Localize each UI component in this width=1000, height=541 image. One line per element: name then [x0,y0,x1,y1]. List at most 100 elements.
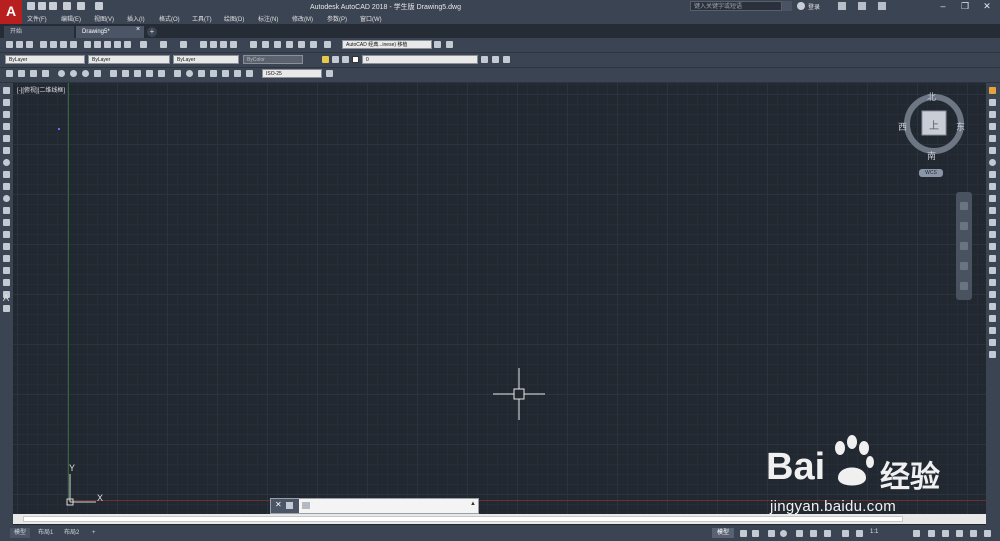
zoom-extents-icon[interactable] [960,242,968,250]
block-editor-icon[interactable] [124,41,131,48]
menu-view[interactable]: 视图(V) [94,14,114,23]
login-link[interactable]: 登录 [808,2,820,11]
rotate-icon[interactable] [989,159,996,166]
dim-linear-icon[interactable] [6,70,13,77]
recent-commands-icon[interactable] [302,502,310,509]
a360-icon[interactable] [858,2,866,10]
move-icon[interactable] [989,147,996,154]
layer-lock-icon[interactable] [342,56,349,63]
grid-icon[interactable] [740,530,747,537]
workspace-toolbar-icon[interactable] [446,41,453,48]
match-properties-icon[interactable] [114,41,121,48]
circle-icon[interactable] [3,159,10,166]
viewcube[interactable]: 北 南 东 西 上 [898,90,970,162]
sheet-set-icon[interactable] [286,41,293,48]
linetype-dropdown[interactable]: ByLayer [88,55,170,64]
publish-icon[interactable] [60,41,67,48]
break-icon[interactable] [989,231,996,238]
layout-tab-1[interactable]: 布局1 [34,528,57,538]
arc-icon[interactable] [3,147,10,154]
dim-radius-icon[interactable] [58,70,65,77]
restore-button[interactable]: ❐ [954,0,976,12]
quickcalc-icon[interactable] [310,41,317,48]
bring-above-icon[interactable] [989,339,996,346]
construction-line-icon[interactable] [3,99,10,106]
dimstyle-dropdown[interactable]: ISO-25 [262,69,322,78]
workspace-dropdown[interactable]: AutoCAD 经典...inese) 移植 [342,40,432,49]
ellipse-arc-icon[interactable] [3,207,10,214]
layer-properties-icon[interactable] [481,56,488,63]
break-at-point-icon[interactable] [989,219,996,226]
layer-dropdown[interactable]: 0 [362,55,478,64]
object-snap-icon[interactable] [824,530,831,537]
redo-toolbar-icon[interactable] [160,41,167,48]
model-space-button[interactable]: 模型 [712,528,734,538]
dim-ordinate-icon[interactable] [42,70,49,77]
draw-order-icon[interactable] [989,303,996,310]
insert-block-icon[interactable] [3,219,10,226]
erase-icon[interactable] [989,87,996,94]
mirror-icon[interactable] [989,111,996,118]
quick-dim-icon[interactable] [110,70,117,77]
lineweight-dropdown[interactable]: ByLayer [173,55,239,64]
pan-icon[interactable] [180,41,187,48]
zoom-previous-icon[interactable] [230,41,237,48]
application-menu-button[interactable]: A [0,0,22,24]
hatch-icon[interactable] [3,255,10,262]
color-dropdown[interactable]: ByLayer [5,55,85,64]
dimension-style-icon[interactable] [326,70,333,77]
tool-palettes-icon[interactable] [274,41,281,48]
customization-menu-icon[interactable] [984,530,991,537]
annotation-monitor-icon[interactable] [928,530,935,537]
layer-freeze-sun-icon[interactable] [332,56,339,63]
viewcube-east[interactable]: 东 [956,120,965,133]
line-icon[interactable] [3,87,10,94]
menu-edit[interactable]: 编辑(E) [61,14,81,23]
bring-to-front-icon[interactable] [989,315,996,322]
scale-icon[interactable] [989,171,996,178]
ortho-icon[interactable] [768,530,775,537]
polar-icon[interactable] [780,530,787,537]
ucs-icon[interactable]: Y X [56,462,110,508]
3d-print-icon[interactable] [70,41,77,48]
steering-wheel-icon[interactable] [960,202,968,210]
viewcube-top-face[interactable]: 上 [929,117,939,132]
auto-scale-icon[interactable] [856,530,863,537]
markup-icon[interactable] [298,41,305,48]
dim-jogged-icon[interactable] [70,70,77,77]
fillet-icon[interactable] [989,267,996,274]
copy-object-icon[interactable] [989,99,996,106]
layout-tab-model[interactable]: 模型 [10,528,31,538]
dim-aligned-icon[interactable] [18,70,25,77]
save-icon[interactable] [49,2,57,10]
viewport-controls-label[interactable]: [-][俯视][二维线框] [17,85,65,94]
object-snap-tracking-icon[interactable] [810,530,817,537]
search-input[interactable]: 键入关键字或短语 [690,1,782,11]
viewcube-north[interactable]: 北 [927,90,936,103]
menu-draw[interactable]: 绘图(D) [224,14,244,23]
multiline-text-icon[interactable]: A [3,293,9,303]
make-block-icon[interactable] [3,231,10,238]
print-icon[interactable] [63,2,71,10]
command-line[interactable]: ✕ ▲ [270,498,479,514]
gradient-icon[interactable] [3,267,10,274]
workspace-settings-gear-icon[interactable] [434,41,441,48]
region-icon[interactable] [3,279,10,286]
viewcube-west[interactable]: 西 [898,120,907,133]
new-icon[interactable] [27,2,35,10]
close-tab-icon[interactable]: × [136,26,140,33]
plot-icon[interactable] [40,41,47,48]
undo-toolbar-icon[interactable] [140,41,147,48]
dim-continue-icon[interactable] [134,70,141,77]
open-file-icon[interactable] [16,41,23,48]
help-icon[interactable] [878,2,886,10]
menu-tools[interactable]: 工具(T) [192,14,212,23]
menu-window[interactable]: 窗口(W) [360,14,382,23]
save-file-icon[interactable] [26,41,33,48]
explode-icon[interactable] [989,291,996,298]
extend-icon[interactable] [989,207,996,214]
dim-break-icon[interactable] [158,70,165,77]
ellipse-icon[interactable] [3,195,10,202]
realtime-pan-icon[interactable] [200,41,207,48]
zoom-window-icon[interactable] [220,41,227,48]
